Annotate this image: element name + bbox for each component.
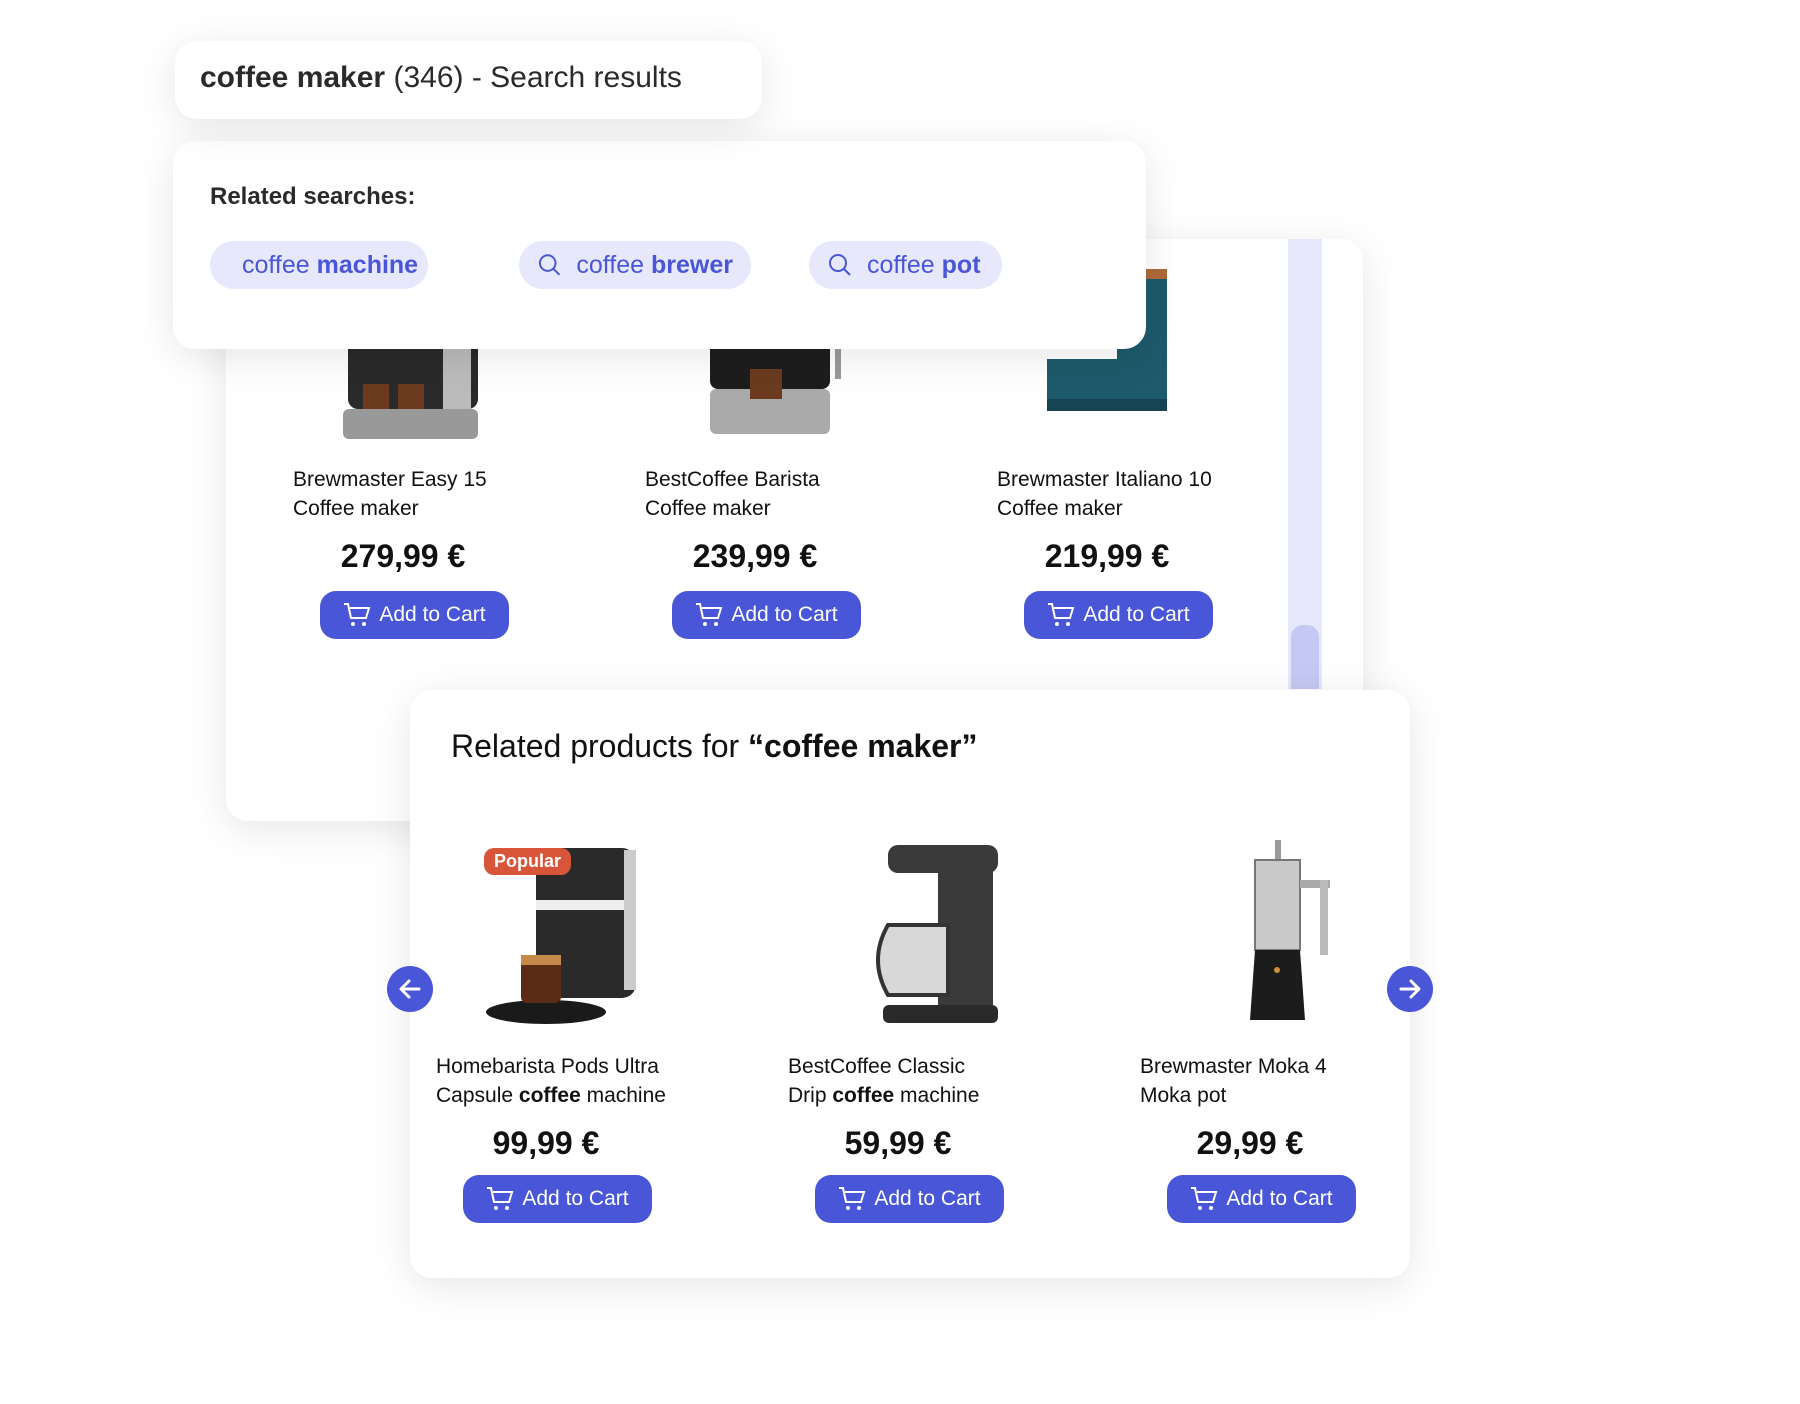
cart-icon: [1048, 603, 1075, 626]
product-name[interactable]: Homebarista Pods Ultra Capsule coffee mac…: [436, 1052, 666, 1110]
product-price: 59,99 €: [844, 1125, 952, 1161]
arrow-right-icon: [1399, 979, 1421, 999]
product-price: 279,99 €: [340, 538, 466, 574]
related-search-chip-brewer[interactable]: coffee brewer: [519, 241, 751, 289]
chip-prefix: coffee: [242, 250, 310, 279]
search-icon: [829, 254, 851, 276]
result-count: (346): [393, 61, 464, 94]
add-to-cart-button[interactable]: Add to Cart: [815, 1175, 1004, 1223]
product-price: 99,99 €: [492, 1125, 600, 1161]
chip-prefix: coffee: [867, 250, 935, 279]
cart-icon: [696, 603, 723, 626]
product-price: 239,99 €: [692, 538, 818, 574]
drip-coffee-machine-image: [876, 845, 998, 1023]
scrollbar-thumb[interactable]: [1291, 625, 1319, 689]
product-name[interactable]: Brewmaster Easy 15 Coffee maker: [293, 465, 487, 523]
product-name[interactable]: Brewmaster Moka 4 Moka pot: [1140, 1052, 1327, 1110]
related-searches-card: Related searches: coffee machine coffee br…: [173, 141, 1146, 349]
product-name[interactable]: Brewmaster Italiano 10 Coffee maker: [997, 465, 1212, 523]
search-title-card: coffee maker (346) - Search results: [175, 41, 762, 119]
cart-icon: [1191, 1187, 1218, 1210]
page-title: coffee maker (346) - Search results: [200, 61, 682, 95]
chip-bold: machine: [316, 250, 419, 279]
query-text: coffee maker: [200, 61, 386, 94]
moka-pot-image: [1250, 840, 1330, 1020]
cart-icon: [487, 1187, 514, 1210]
related-search-chip-machine[interactable]: coffee machine: [210, 241, 428, 289]
title-suffix: - Search results: [471, 61, 682, 94]
chip-bold: pot: [941, 250, 981, 279]
cart-icon: [839, 1187, 866, 1210]
popular-badge: Popular: [484, 848, 572, 875]
related-search-chip-pot[interactable]: coffee pot: [809, 241, 1002, 289]
chip-prefix: coffee: [576, 250, 645, 279]
add-to-cart-button[interactable]: Add to Cart: [320, 591, 509, 639]
cart-icon: [344, 603, 371, 626]
related-searches-heading: Related searches:: [210, 183, 416, 210]
add-to-cart-button[interactable]: Add to Cart: [463, 1175, 652, 1223]
add-to-cart-button[interactable]: Add to Cart: [1024, 591, 1213, 639]
add-to-cart-button[interactable]: Add to Cart: [672, 591, 861, 639]
product-price: 219,99 €: [1044, 538, 1170, 574]
chip-bold: brewer: [651, 250, 733, 279]
search-icon: [538, 254, 561, 276]
scrollbar[interactable]: [1288, 239, 1322, 689]
carousel-next-button[interactable]: [1387, 966, 1433, 1012]
product-price: 29,99 €: [1196, 1125, 1304, 1161]
arrow-left-icon: [399, 979, 421, 999]
related-products-heading: Related products for “coffee maker”: [451, 728, 978, 764]
related-products-card: Related products for “coffee maker” Popu…: [387, 690, 1433, 1278]
carousel-prev-button[interactable]: [387, 966, 433, 1012]
product-name[interactable]: BestCoffee Barista Coffee maker: [645, 465, 820, 523]
product-name[interactable]: BestCoffee Classic Drip coffee machine: [788, 1052, 979, 1110]
add-to-cart-button[interactable]: Add to Cart: [1167, 1175, 1356, 1223]
